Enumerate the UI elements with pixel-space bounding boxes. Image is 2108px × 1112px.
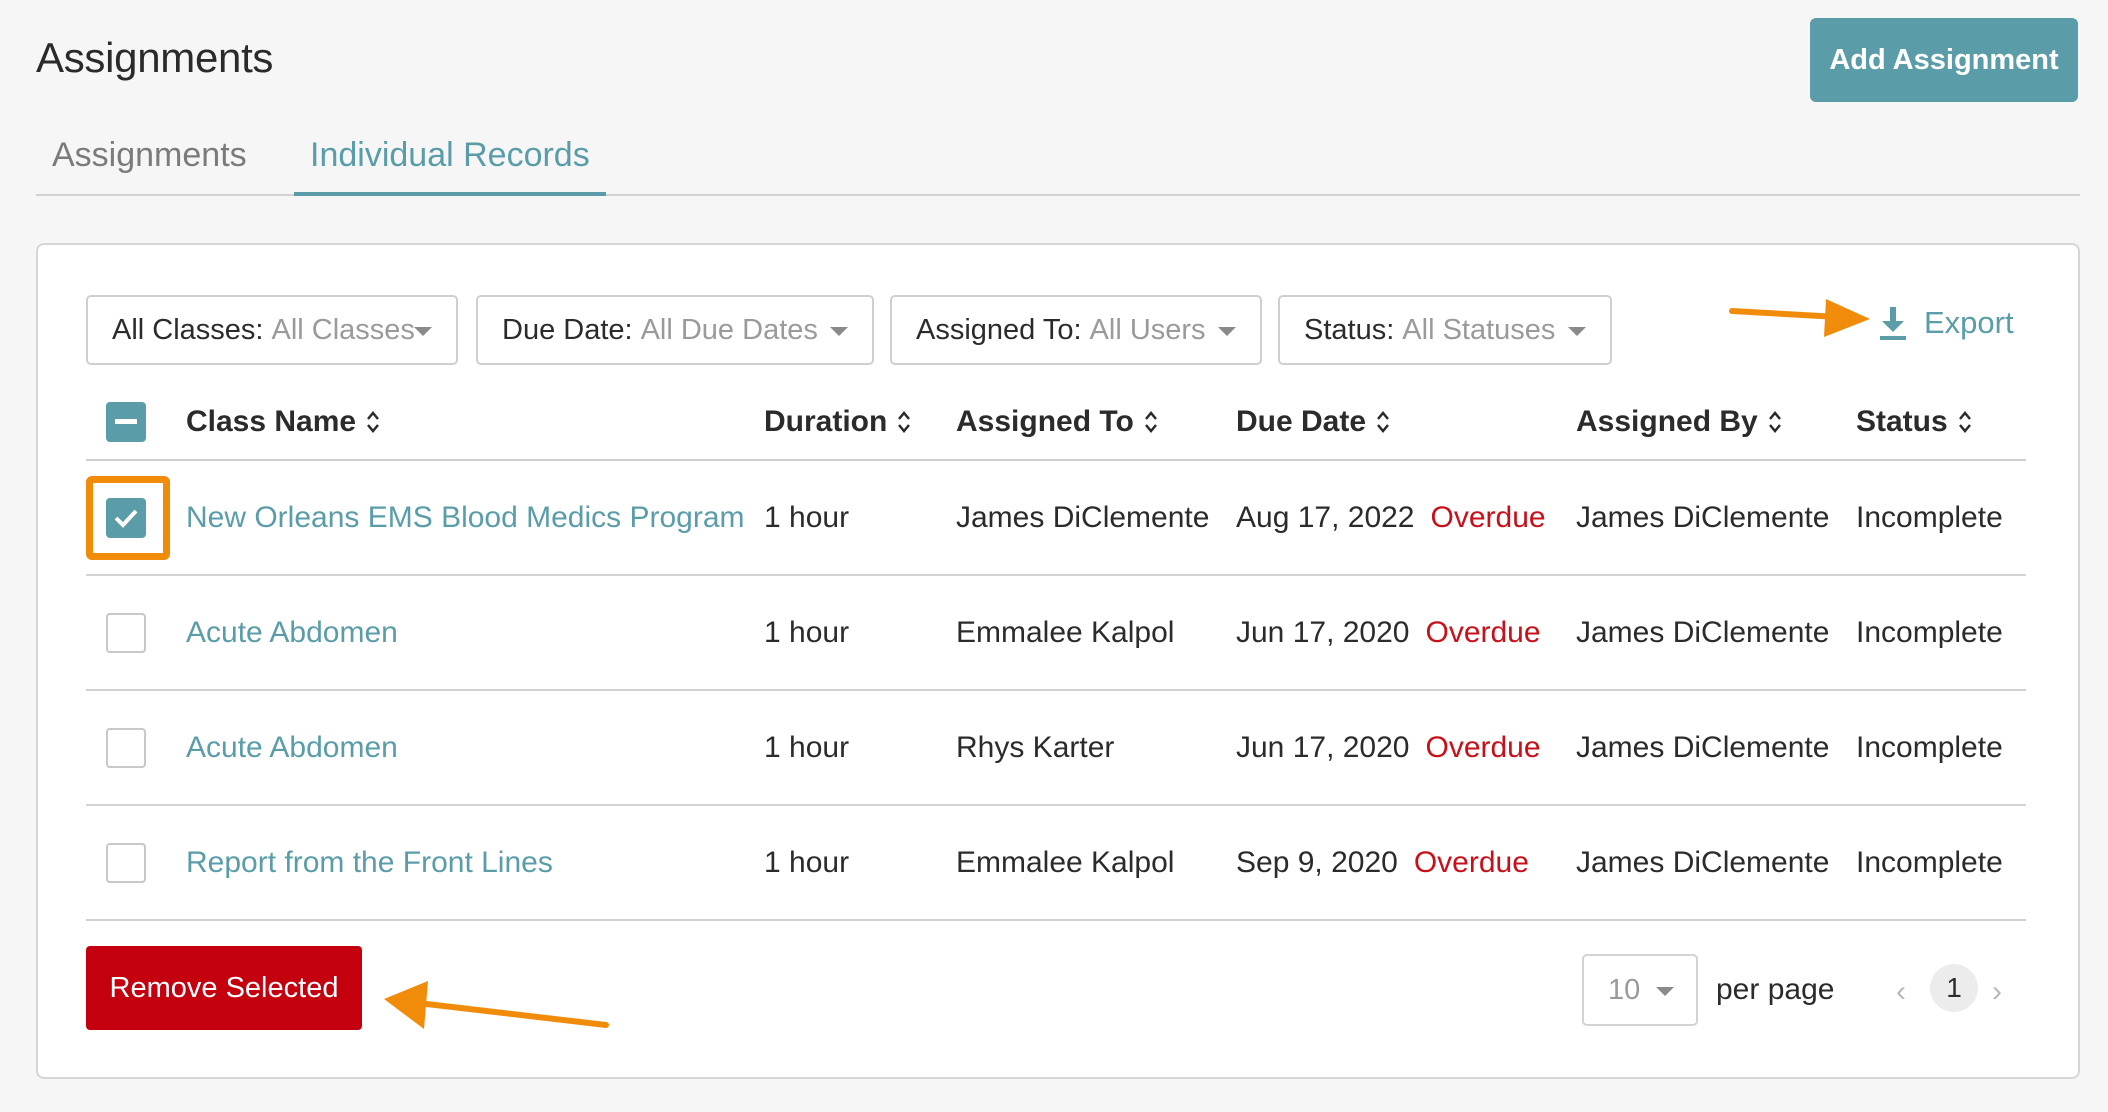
assigned-by-cell: James DiClemente xyxy=(1576,845,1830,879)
filter-status[interactable]: Status: All Statuses xyxy=(1278,295,1612,365)
due-date-cell: Jun 17, 2020 Overdue xyxy=(1236,730,1541,764)
caret-down-icon xyxy=(414,327,432,336)
row-checkbox[interactable] xyxy=(106,842,146,883)
filter-label: All Classes: xyxy=(112,313,264,346)
table-row: New Orleans EMS Blood Medics Program 1 h… xyxy=(86,461,2026,576)
filter-classes[interactable]: All Classes: All Classes xyxy=(86,295,458,365)
remove-selected-button[interactable]: Remove Selected xyxy=(86,946,362,1030)
sort-icon xyxy=(1144,411,1157,433)
annotation-arrow-icon xyxy=(384,981,609,1029)
chevron-right-icon[interactable]: › xyxy=(1992,975,2002,1009)
records-panel: All Classes: All Classes Due Date: All D… xyxy=(36,243,2080,1079)
class-name-link[interactable]: New Orleans EMS Blood Medics Program xyxy=(186,501,745,535)
select-all-checkbox[interactable] xyxy=(106,402,146,442)
table-row: Acute Abdomen 1 hour Rhys Karter Jun 17,… xyxy=(86,691,2026,806)
status-cell: Incomplete xyxy=(1856,615,2003,649)
table-header: Class Name Duration Assigned To Due Date… xyxy=(86,385,2026,461)
sort-icon xyxy=(898,411,911,433)
filter-value: All Users xyxy=(1089,313,1206,346)
assigned-to-cell: Emmalee Kalpol xyxy=(956,615,1175,649)
filter-value: All Due Dates xyxy=(640,313,818,346)
table-row: Report from the Front Lines 1 hour Emmal… xyxy=(86,806,2026,921)
filter-value: All Statuses xyxy=(1402,313,1556,346)
col-status[interactable]: Status xyxy=(1856,405,1972,439)
caret-down-icon xyxy=(1568,327,1586,336)
filter-due-date[interactable]: Due Date: All Due Dates xyxy=(476,295,874,365)
records-table: Class Name Duration Assigned To Due Date… xyxy=(86,385,2026,921)
overdue-label: Overdue xyxy=(1413,845,1529,879)
assigned-to-cell: Rhys Karter xyxy=(956,730,1115,764)
overdue-label: Overdue xyxy=(1430,500,1546,534)
row-checkbox[interactable] xyxy=(106,497,146,538)
filter-label: Assigned To: xyxy=(916,313,1082,346)
page-title: Assignments xyxy=(36,34,274,81)
filter-label: Status: xyxy=(1304,313,1395,346)
row-checkbox[interactable] xyxy=(106,612,146,653)
tab-individual-records[interactable]: Individual Records xyxy=(294,136,606,196)
download-icon xyxy=(1880,307,1906,340)
class-name-link[interactable]: Acute Abdomen xyxy=(186,616,398,650)
assigned-by-cell: James DiClemente xyxy=(1576,615,1830,649)
duration-cell: 1 hour xyxy=(764,615,850,649)
export-link[interactable]: Export xyxy=(1878,305,2014,341)
tab-assignments[interactable]: Assignments xyxy=(52,136,247,192)
caret-down-icon xyxy=(1656,987,1674,996)
current-page[interactable]: 1 xyxy=(1930,964,1978,1012)
sort-icon xyxy=(1958,411,1971,433)
assigned-by-cell: James DiClemente xyxy=(1576,730,1830,764)
table-row: Acute Abdomen 1 hour Emmalee Kalpol Jun … xyxy=(86,576,2026,691)
assigned-to-cell: Emmalee Kalpol xyxy=(956,845,1175,879)
per-page-select[interactable]: 10 xyxy=(1582,954,1698,1026)
caret-down-icon xyxy=(830,327,848,336)
annotation-arrow-icon xyxy=(1729,299,1870,337)
overdue-label: Overdue xyxy=(1425,615,1541,649)
assigned-by-cell: James DiClemente xyxy=(1576,500,1830,534)
col-assigned-to[interactable]: Assigned To xyxy=(956,405,1158,439)
filter-value: All Classes xyxy=(271,313,415,346)
row-checkbox[interactable] xyxy=(106,727,146,768)
per-page-label: per page xyxy=(1716,973,1835,1006)
col-due-date[interactable]: Due Date xyxy=(1236,405,1390,439)
chevron-left-icon[interactable]: ‹ xyxy=(1896,975,1906,1009)
caret-down-icon xyxy=(1218,327,1236,336)
duration-cell: 1 hour xyxy=(764,845,850,879)
tab-bar: Assignments Individual Records xyxy=(36,128,2080,196)
col-class-name[interactable]: Class Name xyxy=(186,405,380,439)
status-cell: Incomplete xyxy=(1856,730,2003,764)
sort-icon xyxy=(367,411,380,433)
assigned-to-cell: James DiClemente xyxy=(956,500,1210,534)
due-date-cell: Aug 17, 2022 Overdue xyxy=(1236,500,1546,534)
due-date-cell: Jun 17, 2020 Overdue xyxy=(1236,615,1541,649)
sort-icon xyxy=(1377,411,1390,433)
status-cell: Incomplete xyxy=(1856,500,2003,534)
add-assignment-button[interactable]: Add Assignment xyxy=(1810,18,2078,102)
minus-icon xyxy=(115,419,137,424)
export-label: Export xyxy=(1924,305,2014,340)
col-assigned-by[interactable]: Assigned By xyxy=(1576,405,1782,439)
class-name-link[interactable]: Acute Abdomen xyxy=(186,731,398,765)
checkmark-icon xyxy=(114,509,138,528)
sort-icon xyxy=(1768,411,1781,433)
col-duration[interactable]: Duration xyxy=(764,405,911,439)
status-cell: Incomplete xyxy=(1856,845,2003,879)
duration-cell: 1 hour xyxy=(764,730,850,764)
filter-assigned-to[interactable]: Assigned To: All Users xyxy=(890,295,1262,365)
per-page-value: 10 xyxy=(1608,973,1641,1006)
class-name-link[interactable]: Report from the Front Lines xyxy=(186,846,553,880)
duration-cell: 1 hour xyxy=(764,500,850,534)
overdue-label: Overdue xyxy=(1425,730,1541,764)
due-date-cell: Sep 9, 2020 Overdue xyxy=(1236,845,1529,879)
filter-label: Due Date: xyxy=(502,313,633,346)
